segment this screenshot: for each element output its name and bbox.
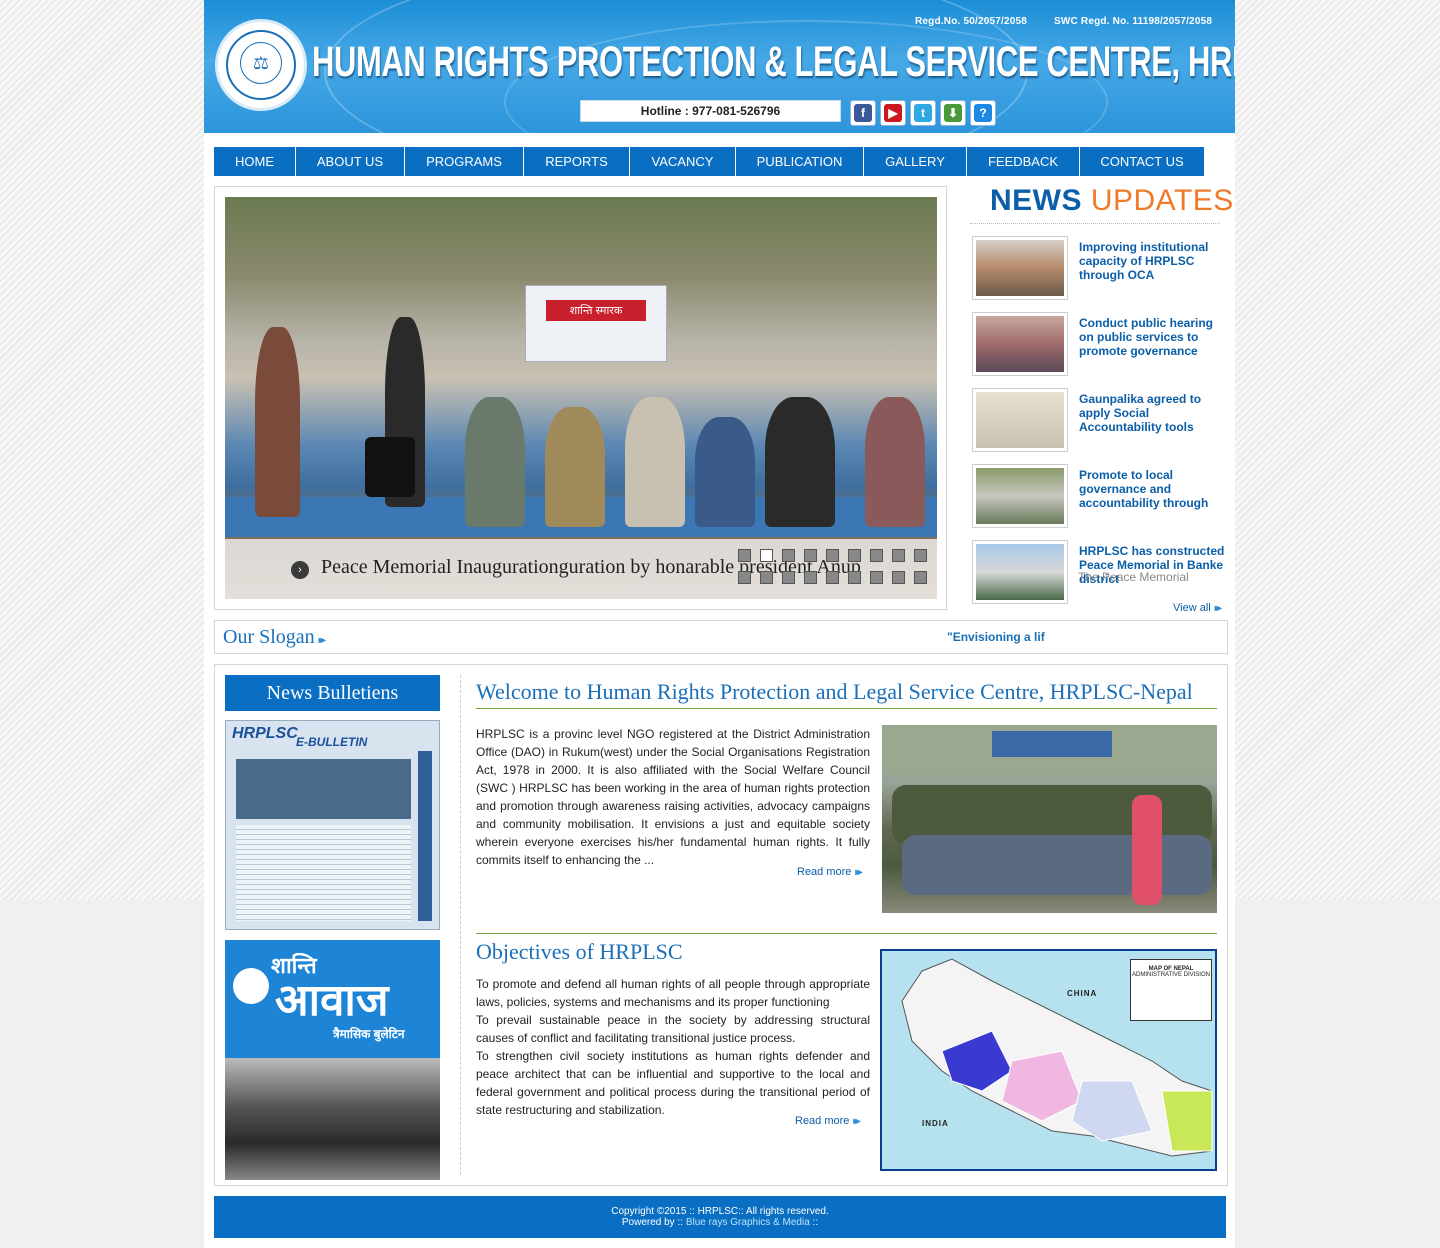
slider-dot[interactable]: [804, 571, 817, 584]
welcome-photo: [882, 725, 1217, 913]
bulletin-cover-1[interactable]: HRPLSC E-BULLETIN: [225, 720, 440, 930]
news-title[interactable]: Promote to local governance and accounta…: [1079, 468, 1229, 510]
slogan-bar: Our Slogan ▸▸ "Envisioning a lif: [214, 620, 1228, 654]
registration-number: Regd.No. 50/2057/2058: [915, 16, 1028, 27]
slider-box: शान्ति स्मारक › Peace Memorial Inaugurat…: [214, 186, 947, 610]
section-divider: [476, 933, 1217, 934]
slider-dot[interactable]: [738, 571, 751, 584]
nepal-map: MAP OF NEPAL ADMINISTRATIVE DIVISION CHI…: [880, 949, 1217, 1171]
main-content: News Bulletiens HRPLSC E-BULLETIN शान्ति…: [214, 664, 1228, 1186]
news-thumbnail[interactable]: [972, 388, 1068, 452]
scales-icon: ⚖: [240, 42, 282, 84]
news-title[interactable]: Improving institutional capacity of HRPL…: [1079, 240, 1229, 282]
bulletins-title: News Bulletiens: [225, 675, 440, 711]
view-all-link[interactable]: View all ▸▸: [1173, 602, 1222, 614]
objectives-read-more[interactable]: Read more ▸▸: [795, 1115, 861, 1127]
slider-dot[interactable]: [804, 549, 817, 562]
news-item[interactable]: Improving institutional capacity of HRPL…: [972, 236, 1227, 302]
site-logo[interactable]: ⚖: [215, 19, 307, 111]
slide-banner: शान्ति स्मारक: [525, 285, 667, 362]
slider-dot[interactable]: [782, 571, 795, 584]
slider-dot[interactable]: [738, 549, 751, 562]
site-header: ⚖ Regd.No. 50/2057/2058 SWC Regd. No. 11…: [204, 0, 1235, 133]
objective-3: To strengthen civil society institutions…: [476, 1049, 870, 1117]
page-container: ⚖ Regd.No. 50/2057/2058 SWC Regd. No. 11…: [204, 0, 1235, 1248]
swc-registration-number: SWC Regd. No. 11198/2057/2058: [1054, 16, 1213, 27]
slide-caption-bar: › Peace Memorial Inaugurationguration by…: [225, 539, 937, 599]
news-title[interactable]: Gaunpalika agreed to apply Social Accoun…: [1079, 392, 1229, 434]
heading-underline: [476, 708, 1217, 709]
slogan-label: Our Slogan ▸▸: [223, 626, 326, 648]
slider-dot[interactable]: [826, 549, 839, 562]
news-thumbnail[interactable]: [972, 236, 1068, 300]
news-heading: NEWS UPDATES: [990, 184, 1234, 217]
news-thumbnail[interactable]: [972, 312, 1068, 376]
slider-dot[interactable]: [760, 571, 773, 584]
main-nav: HOME ABOUT US PROGRAMS REPORTS VACANCY PUBLIC…: [214, 147, 1204, 176]
nav-reports[interactable]: REPORTS: [524, 147, 630, 176]
double-arrow-icon: ▸▸: [318, 635, 326, 646]
news-item[interactable]: Promote to local governance and accounta…: [972, 464, 1227, 530]
welcome-text: HRPLSC is a provinc level NGO registered…: [476, 727, 870, 867]
objective-1: To promote and defend all human rights o…: [476, 977, 870, 1009]
news-divider: [970, 223, 1220, 224]
slider-dot[interactable]: [892, 549, 905, 562]
slide-caption: Peace Memorial Inaugurationguration by h…: [321, 556, 861, 578]
facebook-icon[interactable]: f: [850, 100, 876, 126]
welcome-read-more[interactable]: Read more ▸▸: [797, 866, 863, 878]
caption-arrow-icon[interactable]: ›: [291, 561, 309, 579]
slider-dot[interactable]: [914, 571, 927, 584]
objective-2: To prevail sustainable peace in the soci…: [476, 1013, 870, 1045]
site-footer: Copyright ©2015 :: HRPLSC:: All rights r…: [214, 1196, 1226, 1238]
download-icon[interactable]: ⬇: [940, 100, 966, 126]
column-divider: [460, 675, 461, 1175]
nav-contact-us[interactable]: CONTACT US: [1080, 147, 1204, 176]
help-icon[interactable]: ?: [970, 100, 996, 126]
site-title: HUMAN RIGHTS PROTECTION & LEGAL SERVICE …: [312, 38, 1235, 86]
slogan-marquee: "Envisioning a lif: [947, 630, 1045, 644]
slider-dot[interactable]: [760, 549, 773, 562]
developer-link[interactable]: Blue rays Graphics & Media: [686, 1217, 810, 1228]
slider-dot[interactable]: [892, 571, 905, 584]
powered-by: Powered by :: Blue rays Graphics & Media…: [621, 1217, 819, 1228]
nav-gallery[interactable]: GALLERY: [864, 147, 967, 176]
news-item[interactable]: Conduct public hearing on public service…: [972, 312, 1227, 378]
slider-dot[interactable]: [848, 571, 861, 584]
slider-dot[interactable]: [870, 549, 883, 562]
nav-publication[interactable]: PUBLICATION: [736, 147, 864, 176]
slider-dot[interactable]: [870, 571, 883, 584]
nav-about-us[interactable]: ABOUT US: [296, 147, 405, 176]
youtube-icon[interactable]: ▶: [880, 100, 906, 126]
news-overflow-text: The Peace Memorial: [1078, 570, 1189, 584]
slider-dot[interactable]: [848, 549, 861, 562]
nav-home[interactable]: HOME: [214, 147, 296, 176]
welcome-heading: Welcome to Human Rights Protection and L…: [476, 679, 1193, 704]
objectives-heading: Objectives of HRPLSC: [476, 939, 683, 964]
slider-dot[interactable]: [782, 549, 795, 562]
news-thumbnail[interactable]: [972, 464, 1068, 528]
double-arrow-icon: ▸▸: [1214, 603, 1222, 614]
slider-dot[interactable]: [826, 571, 839, 584]
news-item[interactable]: Gaunpalika agreed to apply Social Accoun…: [972, 388, 1227, 454]
news-thumbnail[interactable]: [972, 540, 1068, 604]
slide-image[interactable]: शान्ति स्मारक › Peace Memorial Inaugurat…: [225, 197, 937, 599]
twitter-icon[interactable]: t: [910, 100, 936, 126]
slider-dot[interactable]: [914, 549, 927, 562]
nav-feedback[interactable]: FEEDBACK: [967, 147, 1080, 176]
nav-vacancy[interactable]: VACANCY: [630, 147, 736, 176]
double-arrow-icon: ▸▸: [853, 1116, 860, 1127]
news-title[interactable]: Conduct public hearing on public service…: [1079, 316, 1229, 358]
nav-programs[interactable]: PROGRAMS: [405, 147, 524, 176]
bulletin-cover-2[interactable]: शान्ति आवाज त्रैमासिक बुलेटिन: [225, 940, 440, 1180]
copyright-text: Copyright ©2015 :: HRPLSC:: All rights r…: [611, 1206, 829, 1217]
hotline: Hotline : 977-081-526796: [580, 100, 841, 122]
double-arrow-icon: ▸▸: [855, 867, 862, 878]
